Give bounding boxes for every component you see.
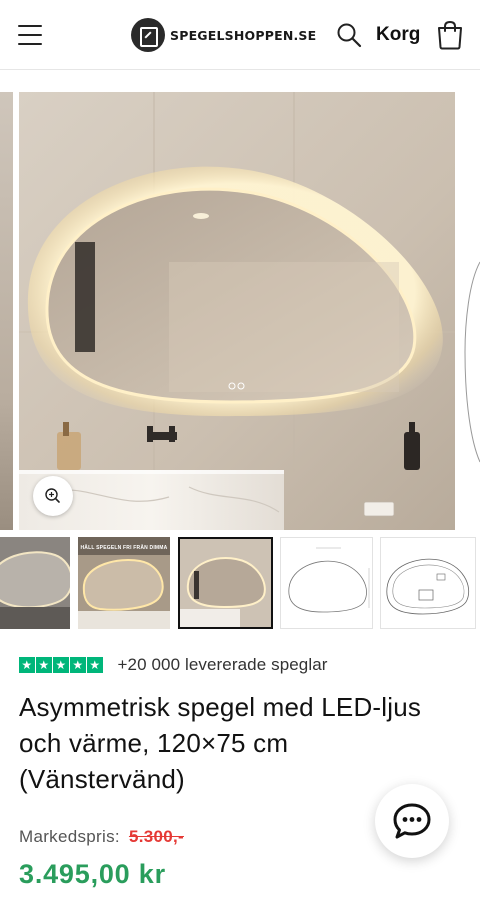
bathroom-mirror-image [19,92,455,530]
thumbnail-5[interactable] [380,537,476,629]
trustpilot-stars: ★ ★ ★ ★ ★ [19,657,103,673]
star-icon: ★ [36,657,52,673]
star-icon: ★ [70,657,86,673]
cart-label[interactable]: Korg [376,24,420,46]
shopping-bag-icon[interactable] [436,20,464,50]
chat-bubble-icon[interactable] [375,784,449,858]
thumbnail-strip: HÅLL SPEGELN FRI FRÅN DIMMA [0,535,480,631]
gallery-slide-next[interactable] [461,92,480,530]
logo[interactable]: SPEGELSHOPPEN.SE [131,18,316,52]
gallery-slide-main[interactable] [19,92,455,530]
thumbnail-2[interactable]: HÅLL SPEGELN FRI FRÅN DIMMA [78,537,170,629]
rating-row: ★ ★ ★ ★ ★ +20 000 levererade speglar [19,655,328,675]
menu-icon[interactable] [18,22,44,48]
star-icon: ★ [53,657,69,673]
thumbnail-1[interactable] [0,537,70,629]
market-price-label: Markedspris: [19,827,120,846]
star-icon: ★ [19,657,35,673]
product-title: Asymmetrisk spegel med LED-ljus och värm… [19,692,422,794]
market-price-value: 5.300,- [128,827,184,846]
zoom-in-icon[interactable] [33,476,73,516]
thumbnail-3-active[interactable] [178,537,273,629]
rating-text: +20 000 levererade speglar [117,655,328,674]
market-price-line: Markedspris: 5.300,- [19,827,184,847]
search-icon[interactable] [336,22,362,48]
thumbnail-banner: HÅLL SPEGELN FRI FRÅN DIMMA [80,545,168,551]
product-price: 3.495,00 kr [19,859,166,889]
product-gallery[interactable] [0,92,480,530]
logo-text: SPEGELSHOPPEN.SE [170,27,317,43]
site-header: SPEGELSHOPPEN.SE Korg [0,0,480,70]
thumbnail-4[interactable] [280,537,373,629]
star-icon: ★ [87,657,103,673]
header-divider [0,69,480,70]
gallery-slide-previous[interactable] [0,92,13,530]
logo-mark-icon [131,18,165,52]
